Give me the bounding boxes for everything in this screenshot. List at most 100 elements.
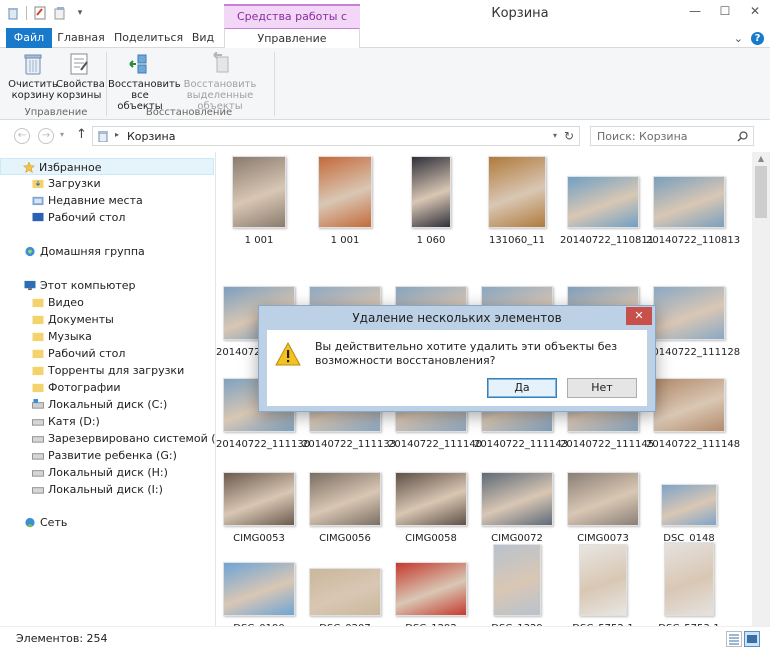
file-item[interactable]: 20140722_110811 [560,156,655,246]
up-button[interactable]: ↑ [76,127,87,142]
photo-thumbnail [567,472,639,526]
photo-thumbnail [493,544,541,616]
address-bar[interactable]: ▸ Корзина ▾ ↻ [92,126,580,146]
empty-recycle-bin-button[interactable]: Очистить корзину [8,52,58,101]
back-button[interactable]: ← [14,128,30,144]
file-name: 20140722_110813 [646,235,741,246]
tab-manage[interactable]: Управление [224,28,360,49]
nav-disk-g[interactable]: Развитие ребенка (G:) [0,447,214,464]
recycle-bin-icon[interactable] [6,6,20,20]
nav-torrents[interactable]: Торренты для загрузки [0,362,214,379]
file-item[interactable]: CIMG0058 [388,454,474,544]
file-item[interactable]: DSC_5753-1 [646,542,732,626]
search-input[interactable]: Поиск: Корзина [597,130,688,143]
nav-this-pc[interactable]: Этот компьютер [0,277,214,294]
file-name: 20140722_111130 [216,439,311,450]
nav-documents[interactable]: Документы [0,311,214,328]
forward-button[interactable]: → [38,128,54,144]
search-icon[interactable] [737,131,748,142]
file-item[interactable]: DSC_0207 [302,544,388,626]
file-item[interactable]: 20140722_111128 [646,268,740,358]
file-item[interactable]: DSC_5752-1 [560,544,646,626]
file-item[interactable]: DSC_1329 [474,544,560,626]
breadcrumb-path[interactable]: Корзина [127,130,175,143]
nav-disk-d[interactable]: Катя (D:) [0,413,214,430]
recent-locations-icon[interactable]: ▾ [60,130,64,139]
no-button[interactable]: Нет [567,378,637,398]
nav-label: Музыка [48,330,92,343]
delete-confirm-dialog: Удаление нескольких элементов ✕ Вы дейст… [258,305,656,412]
file-item[interactable]: 20140722_110813 [646,156,741,246]
nav-music[interactable]: Музыка [0,328,214,345]
restore-all-button[interactable]: Восстановить все объекты [108,52,181,112]
nav-label: Недавние места [48,194,143,207]
star-icon [23,162,35,173]
nav-recent[interactable]: Недавние места [0,192,214,209]
details-view-icon [729,634,739,645]
file-item[interactable]: DSC_0190 [216,544,302,626]
close-button[interactable]: ✕ [740,0,770,22]
nav-disk-c[interactable]: Локальный диск (C:) [0,396,214,413]
photo-thumbnail [661,484,717,526]
nav-desktop-pc[interactable]: Рабочий стол [0,345,214,362]
file-item[interactable]: 1 001 [216,156,302,246]
file-name: 20140722_110811 [560,235,655,246]
file-item[interactable]: CIMG0072 [474,454,560,544]
file-item[interactable]: 131060_11 [474,156,560,246]
yes-button[interactable]: Да [487,378,557,398]
file-item[interactable]: CIMG0073 [560,454,646,544]
ribbon-tab-icons: ⌄ ? [734,32,764,45]
recycle-bin-properties-button[interactable]: Свойства корзины [56,52,105,101]
tab-view[interactable]: Вид [184,28,222,48]
file-item[interactable]: 20140722_111148 [646,360,740,450]
scroll-up-icon[interactable]: ▲ [752,152,770,166]
file-item[interactable]: DSC_0148 [646,454,732,544]
maximize-button[interactable]: ☐ [710,0,740,22]
file-item[interactable]: 1 001 [302,156,388,246]
scrollbar-thumb[interactable] [755,166,767,218]
photo-thumbnail [488,156,546,228]
restore-selected-button[interactable]: Восстановить выделенные объекты [170,52,270,112]
search-box[interactable]: Поиск: Корзина [590,126,754,146]
tab-home[interactable]: Главная [56,28,106,48]
tab-file[interactable]: Файл [6,28,52,48]
dialog-close-button[interactable]: ✕ [626,307,652,325]
file-item[interactable]: CIMG0053 [216,454,302,544]
expand-ribbon-icon[interactable]: ⌄ [734,32,743,45]
minimize-button[interactable]: — [680,0,710,22]
nav-disk-e[interactable]: Зарезервировано системой (E:) [0,430,230,447]
help-icon[interactable]: ? [751,32,764,45]
nav-video[interactable]: Видео [0,294,214,311]
nav-disk-h[interactable]: Локальный диск (H:) [0,464,214,481]
file-item[interactable]: CIMG0056 [302,454,388,544]
nav-network[interactable]: Сеть [0,514,214,531]
address-dropdown-icon[interactable]: ▾ [553,131,557,140]
nav-desktop[interactable]: Рабочий стол [0,209,214,226]
nav-homegroup[interactable]: Домашняя группа [0,243,214,260]
chevron-down-icon[interactable]: ▾ [73,6,87,20]
new-folder-icon[interactable] [53,6,67,20]
vertical-scrollbar[interactable]: ▲ [752,152,770,626]
homegroup-icon [25,246,35,257]
nav-photos[interactable]: Фотографии [0,379,214,396]
nav-favorites[interactable]: Избранное [0,158,214,175]
file-name: 1 060 [416,235,446,246]
details-view-button[interactable] [726,631,742,647]
large-icons-view-button[interactable] [744,631,760,647]
breadcrumb-chevron-icon[interactable]: ▸ [115,130,119,139]
file-item[interactable]: 1 060 [388,156,474,246]
item-count: Элементов: 254 [16,632,108,645]
navigation-bar: ← → ▾ ↑ ▸ Корзина ▾ ↻ Поиск: Корзина [0,120,770,152]
photo-thumbnail [232,156,286,228]
bin-properties-label-2: корзины [56,90,102,101]
properties-icon[interactable] [33,6,47,20]
refresh-button[interactable]: ↻ [564,129,574,143]
tab-share[interactable]: Поделиться [114,28,183,48]
title-bar: ▾ Средства работы с корзиной Корзина — ☐… [0,0,770,45]
file-item[interactable]: DSC_1292 [388,544,474,626]
nav-downloads[interactable]: Загрузки [0,175,214,192]
recycle-bin-icon [98,131,108,142]
nav-label: Развитие ребенка (G:) [48,449,177,462]
nav-disk-i[interactable]: Локальный диск (I:) [0,481,214,498]
downloads-icon [32,179,44,189]
